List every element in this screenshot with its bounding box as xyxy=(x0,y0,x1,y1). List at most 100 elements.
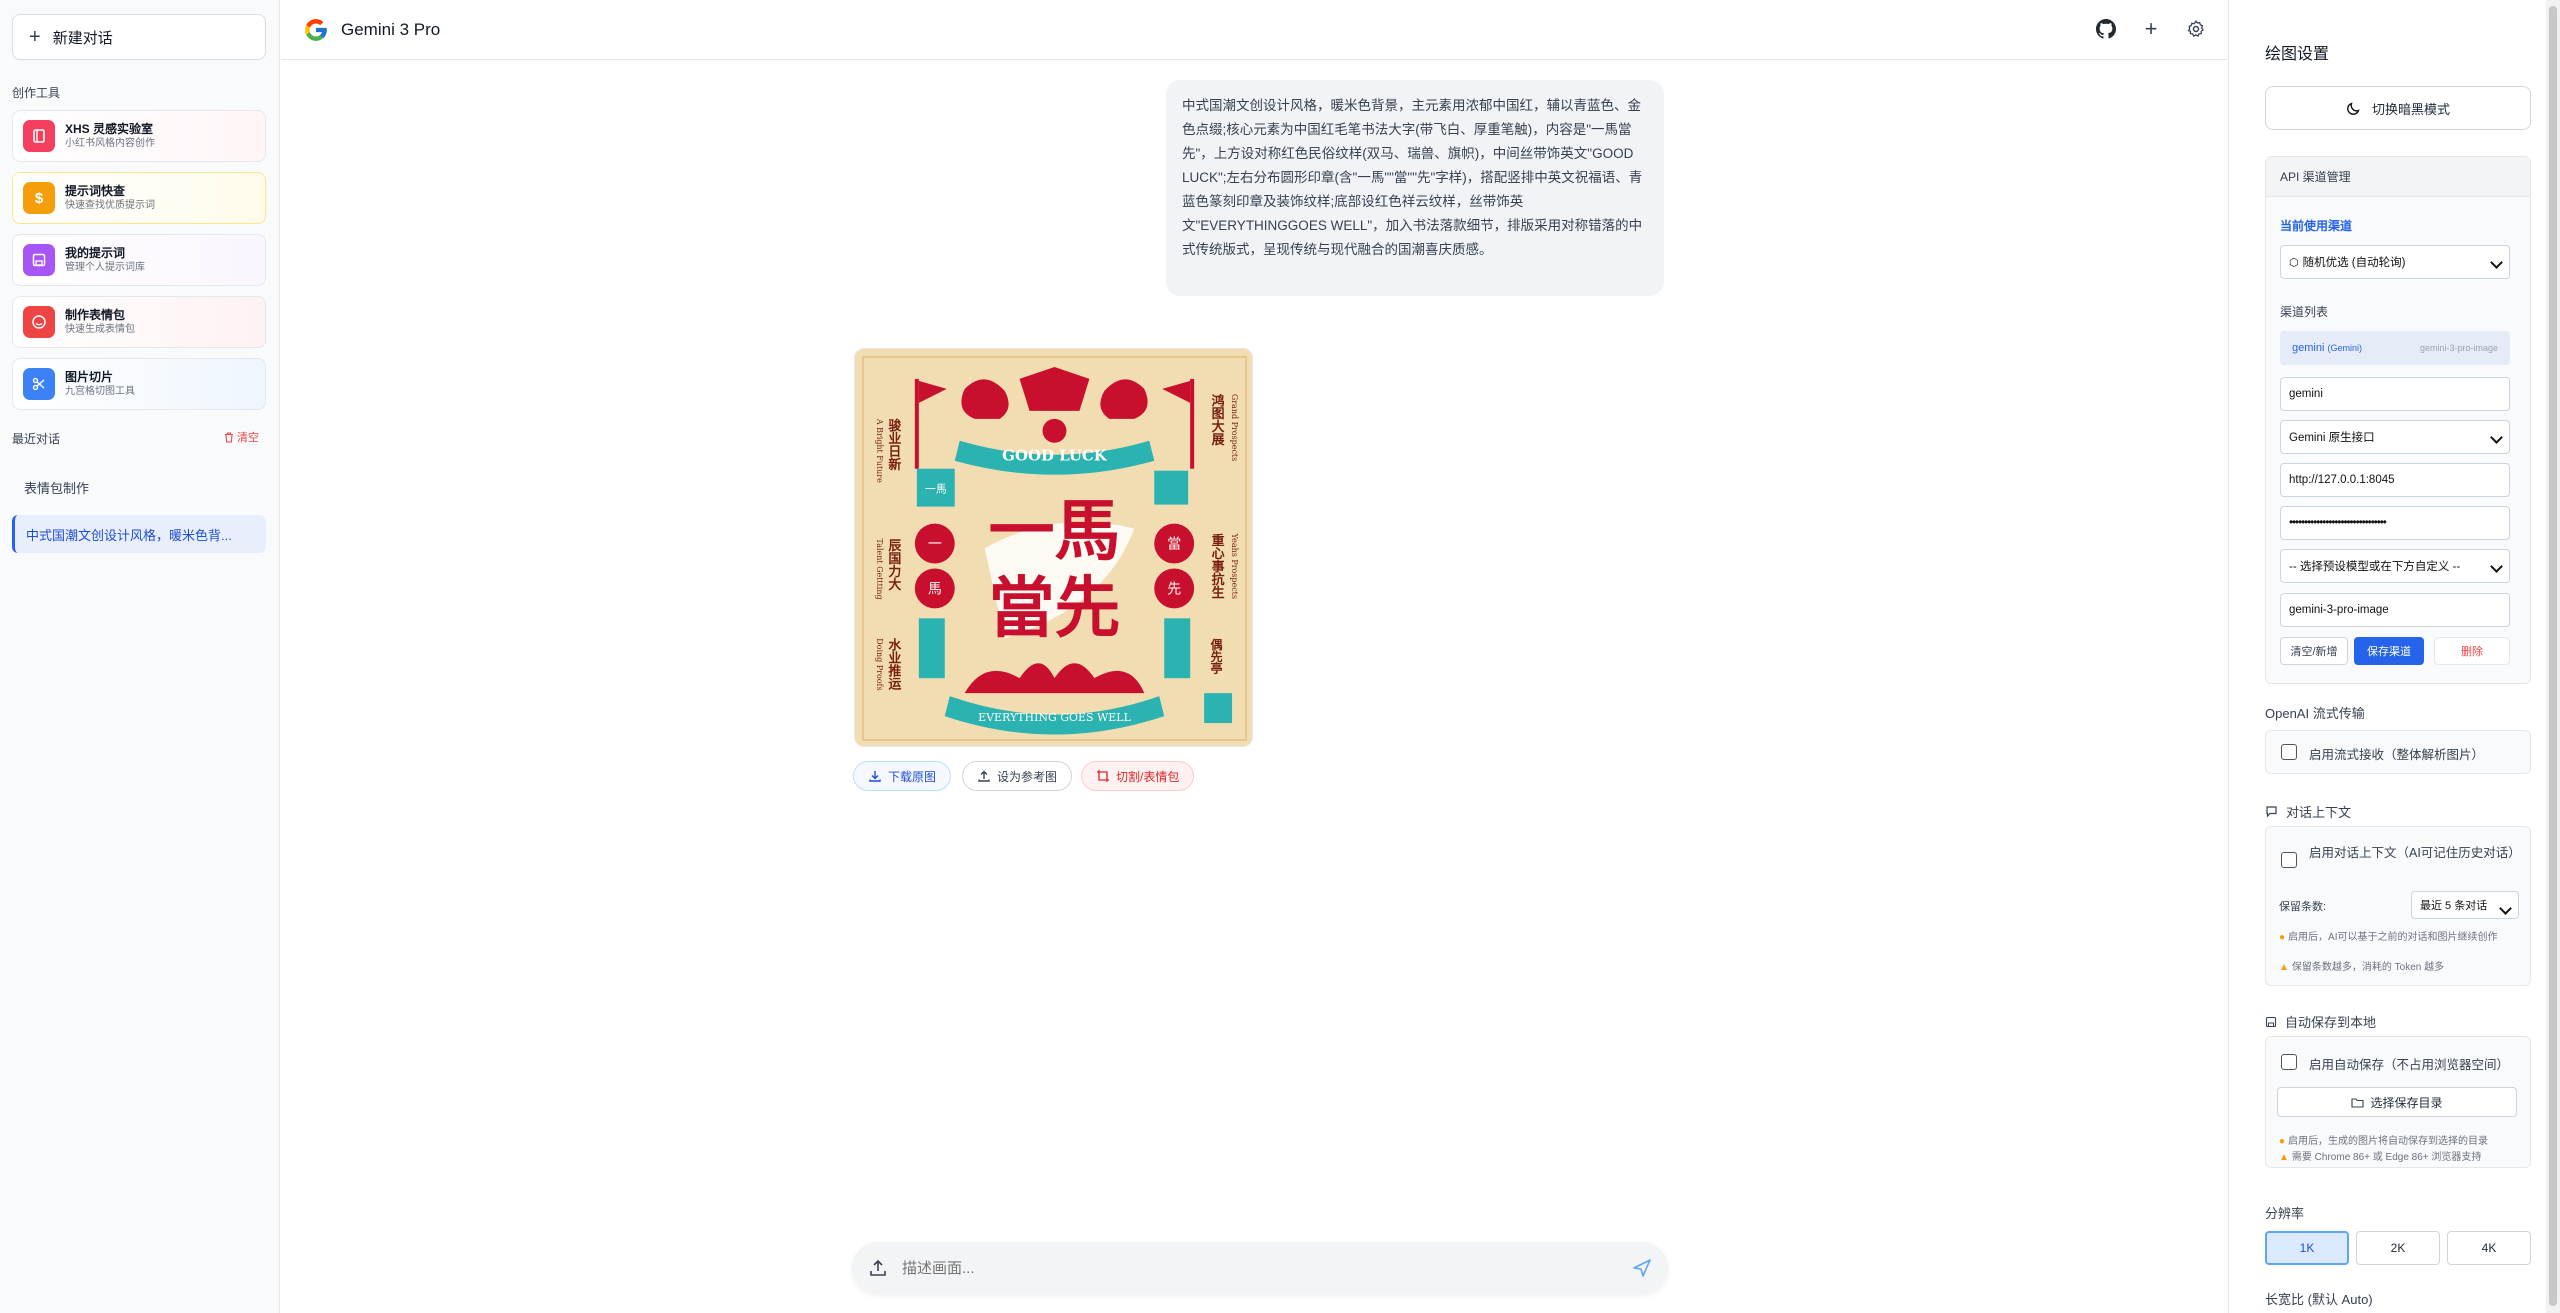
aspect-ratio-title: 长宽比 (默认 Auto) xyxy=(2265,1292,2373,1307)
save-channel-button[interactable]: 保存渠道 xyxy=(2354,637,2424,665)
tool-prompt-lookup[interactable]: $ 提示词快查 快速查找优质提示词 xyxy=(12,172,266,224)
blessing-left-3-en: Doing Proofs xyxy=(875,638,884,690)
history-item-active[interactable]: 中式国潮文创设计风格，暖米色背... xyxy=(12,515,266,553)
autosave-option-row[interactable]: 启用自动保存（不占用浏览器空间） xyxy=(2281,1054,2509,1073)
api-channel-panel: API 渠道管理 当前使用渠道 ⬡ 随机优选 (自动轮询) 渠道列表 gemin… xyxy=(2265,156,2531,684)
scissors-icon xyxy=(23,368,55,400)
scrollbar-thumb[interactable] xyxy=(2549,6,2557,1306)
model-preset-select[interactable]: -- 选择预设模型或在下方自定义 -- xyxy=(2280,549,2510,583)
dark-mode-button[interactable]: 切换暗黑模式 xyxy=(2265,86,2531,130)
delete-channel-button[interactable]: 删除 xyxy=(2434,637,2510,665)
send-icon[interactable] xyxy=(1632,1258,1652,1278)
generated-image[interactable]: GOOD LUCK 一馬 一馬 當先 一 馬 當 先 骏业日新 辰国力大 水业推… xyxy=(854,348,1253,747)
upload-icon xyxy=(978,770,990,782)
resolution-2k-button[interactable]: 2K xyxy=(2356,1231,2440,1265)
plus-icon[interactable]: + xyxy=(2140,16,2162,41)
context-title: 对话上下文 xyxy=(2286,805,2352,820)
lightbulb-icon: ● xyxy=(2279,932,2286,943)
stream-checkbox[interactable] xyxy=(2281,744,2297,760)
context-hint-text-1: 启用后，AI可以基于之前的对话和图片继续创作 xyxy=(2288,932,2498,943)
round-seal-left-2: 馬 xyxy=(928,581,942,597)
set-reference-button[interactable]: 设为参考图 xyxy=(962,761,1073,791)
context-checkbox[interactable] xyxy=(2281,852,2297,868)
top-header: Gemini 3 Pro + xyxy=(281,0,2227,60)
resolution-1k-button[interactable]: 1K xyxy=(2265,1231,2349,1265)
current-channel-value: 随机优选 (自动轮询) xyxy=(2302,257,2406,269)
channel-name-input[interactable]: gemini xyxy=(2280,377,2510,411)
base-url-input[interactable]: http://127.0.0.1:8045 xyxy=(2280,463,2510,497)
save-icon xyxy=(2265,1016,2277,1027)
autosave-hint-text-2: 需要 Chrome 86+ 或 Edge 86+ 浏览器支持 xyxy=(2291,1152,2482,1163)
ribbon-good-luck: GOOD LUCK xyxy=(1002,447,1108,465)
blessing-right-2-en: Yeahs Prospects xyxy=(1230,533,1239,599)
api-section-title: API 渠道管理 xyxy=(2266,157,2530,197)
blessing-left-1: 骏业日新 xyxy=(885,418,900,472)
resolution-4k-button[interactable]: 4K xyxy=(2447,1231,2531,1265)
channel-type: (Gemini) xyxy=(2327,343,2362,353)
tool-title: 图片切片 xyxy=(65,370,114,384)
github-icon[interactable] xyxy=(2095,18,2117,40)
channel-model: gemini-3-pro-image xyxy=(2419,343,2498,353)
new-chat-button[interactable]: + 新建对话 xyxy=(12,14,266,60)
tool-subtitle: 快速生成表情包 xyxy=(65,324,135,335)
smile-icon xyxy=(23,306,55,338)
channel-name: gemini xyxy=(2292,342,2325,354)
cut-sticker-button[interactable]: 切割/表情包 xyxy=(1081,761,1195,791)
warning-icon: ▲ xyxy=(2279,1152,2289,1163)
stream-option-row[interactable]: 启用流式接收（整体解析图片） xyxy=(2281,744,2484,763)
google-logo-icon xyxy=(305,19,327,41)
keep-count-select[interactable]: 最近 5 条对话 xyxy=(2411,891,2519,919)
tool-image-slicer[interactable]: 图片切片 九宫格切图工具 xyxy=(12,358,266,410)
trash-icon xyxy=(225,431,233,443)
calligraphy-line1: 一馬 xyxy=(989,491,1121,569)
model-name-input[interactable]: gemini-3-pro-image xyxy=(2280,593,2510,627)
context-option-label: 启用对话上下文（AI可记住历史对话） xyxy=(2309,846,2521,860)
set-reference-label: 设为参考图 xyxy=(997,769,1058,784)
upload-icon[interactable] xyxy=(868,1258,888,1278)
scrollbar[interactable] xyxy=(2546,0,2560,1313)
plus-icon: + xyxy=(29,26,41,48)
tool-title: XHS 灵感实验室 xyxy=(65,122,154,136)
download-image-button[interactable]: 下载原图 xyxy=(853,761,952,791)
clear-new-button[interactable]: 清空/新增 xyxy=(2280,637,2348,665)
current-channel-select[interactable]: ⬡ 随机优选 (自动轮询) xyxy=(2280,245,2510,279)
sidebar: + 新建对话 创作工具 XHS 灵感实验室 小红书风格内容创作 $ 提示词快查 快速… xyxy=(0,0,280,1313)
save-icon xyxy=(23,244,55,276)
interface-select[interactable]: Gemini 原生接口 xyxy=(2280,420,2510,454)
calligraphy-line2: 當先 xyxy=(989,568,1121,646)
blessing-left-2: 辰国力大 xyxy=(885,539,900,592)
api-key-input[interactable]: •••••••••••••••••••••••••••••••• xyxy=(2280,506,2510,540)
warning-icon: ▲ xyxy=(2279,962,2289,973)
clear-history-button[interactable]: 清空 xyxy=(224,429,259,445)
choose-directory-button[interactable]: 选择保存目录 xyxy=(2277,1087,2517,1117)
prompt-input[interactable] xyxy=(902,1259,1618,1277)
blessing-left-1-en: A Bright Future xyxy=(875,418,884,483)
autosave-checkbox[interactable] xyxy=(2281,1054,2297,1070)
folder-icon xyxy=(2351,1097,2365,1108)
blessing-left-2-en: Talent Gettting xyxy=(875,539,884,600)
tool-subtitle: 快速查找优质提示词 xyxy=(65,200,155,211)
new-chat-label: 新建对话 xyxy=(52,29,113,47)
gear-icon[interactable] xyxy=(2185,18,2207,40)
history-item[interactable]: 表情包制作 xyxy=(12,468,266,506)
dollar-icon: $ xyxy=(23,182,55,214)
tool-sticker-maker[interactable]: 制作表情包 快速生成表情包 xyxy=(12,296,266,348)
crop-icon xyxy=(1097,770,1109,782)
tool-title: 我的提示词 xyxy=(65,246,126,260)
blessing-right-2: 重心事抗生 xyxy=(1209,533,1224,599)
autosave-hint-1: ● 启用后，生成的图片将自动保存到选择的目录 xyxy=(2279,1134,2523,1149)
autosave-hint-2: ▲ 需要 Chrome 86+ 或 Edge 86+ 浏览器支持 xyxy=(2279,1150,2523,1165)
box-icon: ⬡ xyxy=(2289,256,2299,269)
openai-stream-title: OpenAI 流式传输 xyxy=(2265,706,2365,721)
lightbulb-icon: ● xyxy=(2279,1136,2286,1147)
clear-label: 清空 xyxy=(237,432,259,444)
context-option-row[interactable]: 启用对话上下文（AI可记住历史对话） xyxy=(2281,844,2521,868)
download-label: 下载原图 xyxy=(888,769,937,784)
settings-panel: 绘图设置 切换暗黑模式 API 渠道管理 当前使用渠道 ⬡ 随机优选 (自动轮询… xyxy=(2228,0,2560,1313)
channel-list-item[interactable]: gemini (Gemini) gemini-3-pro-image xyxy=(2280,331,2510,365)
tool-xhs-lab[interactable]: XHS 灵感实验室 小红书风格内容创作 xyxy=(12,110,266,162)
user-message-bubble: 中式国潮文创设计风格，暖米色背景，主元素用浓郁中国红，辅以青蓝色、金色点缀;核心… xyxy=(1166,80,1664,296)
tools-section-label: 创作工具 xyxy=(12,86,61,100)
download-icon xyxy=(869,771,881,782)
tool-my-prompts[interactable]: 我的提示词 管理个人提示词库 xyxy=(12,234,266,286)
